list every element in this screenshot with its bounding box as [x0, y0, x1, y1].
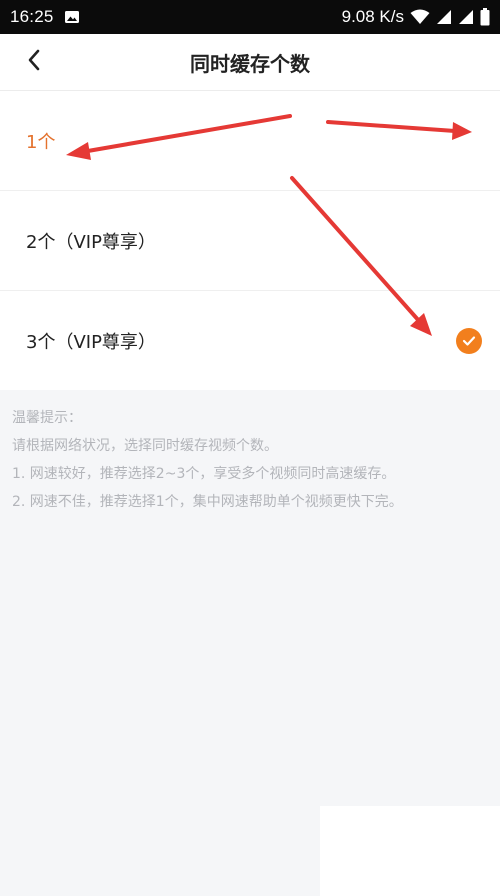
network-speed: 9.08 K/s	[341, 7, 404, 26]
option-3-vip[interactable]: 3个（VIP尊享）	[0, 291, 500, 391]
bottom-blank-area	[320, 806, 500, 896]
back-button[interactable]	[14, 42, 54, 82]
page-header: 同时缓存个数	[0, 34, 500, 91]
option-1-label: 1个	[26, 131, 56, 153]
option-1[interactable]: 1个	[0, 91, 500, 191]
signal-icon-2	[458, 9, 474, 25]
tips-line-1: 请根据网络状况，选择同时缓存视频个数。	[12, 438, 278, 454]
option-2-vip[interactable]: 2个（VIP尊享）	[0, 191, 500, 291]
back-chevron-icon	[27, 49, 41, 75]
option-2-label: 2个（VIP尊享）	[26, 231, 156, 253]
status-bar: 16:25 9.08 K/s	[0, 0, 500, 34]
battery-icon	[480, 8, 490, 26]
wifi-icon	[410, 9, 430, 25]
tips-line-2: 1. 网速较好，推荐选择2~3个，享受多个视频同时高速缓存。	[12, 466, 396, 482]
tips-line-3: 2. 网速不佳，推荐选择1个，集中网速帮助单个视频更快下完。	[12, 494, 403, 510]
status-bar-right: 9.08 K/s	[342, 7, 490, 27]
check-icon	[456, 328, 482, 354]
page-title: 同时缓存个数	[190, 51, 310, 76]
status-time: 16:25	[10, 7, 54, 26]
image-icon	[64, 9, 80, 25]
status-bar-left: 16:25	[10, 7, 80, 27]
option-3-label: 3个（VIP尊享）	[26, 332, 156, 353]
signal-icon	[436, 9, 452, 25]
tips-heading: 温馨提示：	[12, 410, 82, 426]
